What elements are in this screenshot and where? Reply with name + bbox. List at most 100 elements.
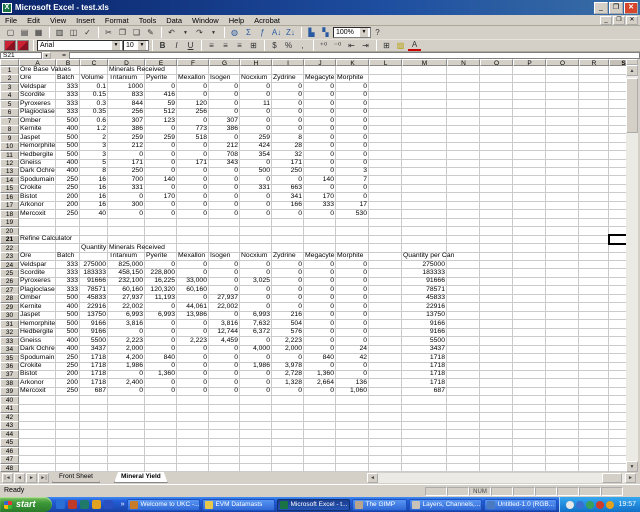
cell[interactable]	[447, 463, 480, 472]
taskbar-button-untitled-1-0-rgb[interactable]: Untitled-1.0 (RGB...	[484, 498, 558, 511]
selected-cell-outline[interactable]	[608, 234, 626, 245]
cell[interactable]	[240, 463, 272, 472]
red-app-icon[interactable]	[68, 500, 78, 509]
cut-icon[interactable]: ✂	[102, 27, 115, 39]
undo-icon[interactable]: ↶	[165, 27, 178, 39]
spelling-icon[interactable]: ✓	[81, 27, 94, 39]
cell[interactable]	[336, 463, 369, 472]
font-color-icon[interactable]: A	[408, 40, 421, 51]
copy-icon[interactable]: ❐	[116, 27, 129, 39]
chevron-down-icon[interactable]: ▼	[207, 27, 220, 39]
bold-icon[interactable]: B	[156, 40, 169, 52]
menu-item-format[interactable]: Format	[100, 16, 134, 25]
drawing-icon[interactable]: ▚	[319, 27, 332, 39]
horizontal-scroll-thumb[interactable]	[602, 473, 622, 483]
cell[interactable]	[177, 463, 209, 472]
menu-item-data[interactable]: Data	[161, 16, 187, 25]
increase-decimal-icon[interactable]: ⁺⁰	[317, 40, 330, 52]
align-right-icon[interactable]: ≡	[233, 40, 246, 52]
merge-center-icon[interactable]: ⊞	[247, 40, 260, 52]
acrobat-pdf-icon[interactable]	[4, 40, 16, 51]
chevron-down-icon[interactable]: ▼	[112, 41, 120, 50]
fill-color-icon[interactable]: ▨	[394, 40, 407, 52]
column-header[interactable]: A	[19, 59, 56, 66]
scroll-up-icon[interactable]: ▲	[626, 65, 638, 76]
workbook-minimize-button[interactable]: _	[600, 15, 612, 25]
next-sheet-icon[interactable]: ►	[26, 473, 37, 483]
chevron-overflow-icon[interactable]: »	[121, 501, 125, 508]
scroll-left-icon[interactable]: ◄	[367, 473, 378, 483]
select-all-corner[interactable]	[0, 59, 19, 66]
sheet-tab-mineral-yield[interactable]: Mineral Yield	[114, 472, 168, 483]
taskbar-button-layers-channels[interactable]: Layers, Channels,...	[409, 498, 483, 511]
media-icon[interactable]	[92, 500, 102, 509]
menu-item-edit[interactable]: Edit	[22, 16, 45, 25]
paste-function-icon[interactable]: ƒ	[256, 27, 269, 39]
column-header[interactable]: O	[480, 59, 513, 66]
network-icon[interactable]	[586, 500, 595, 509]
hyperlink-icon[interactable]: ◍	[228, 27, 241, 39]
menu-item-window[interactable]: Window	[187, 16, 224, 25]
horizontal-scrollbar[interactable]: ◄ ►	[367, 473, 636, 483]
help-icon[interactable]: ?	[371, 27, 384, 39]
taskbar-button-the-gimp[interactable]: The GIMP	[352, 498, 408, 511]
scroll-down-icon[interactable]: ▼	[626, 461, 638, 472]
column-header[interactable]: B	[56, 59, 80, 66]
cell[interactable]	[80, 463, 108, 472]
column-header[interactable]: F	[177, 59, 209, 66]
menu-item-insert[interactable]: Insert	[71, 16, 100, 25]
percent-icon[interactable]: %	[282, 40, 295, 52]
column-header[interactable]: H	[240, 59, 272, 66]
cell[interactable]	[108, 463, 145, 472]
restore-button[interactable]: ❐	[609, 1, 623, 14]
decrease-decimal-icon[interactable]: ⁻⁰	[331, 40, 344, 52]
align-center-icon[interactable]: ≡	[219, 40, 232, 52]
column-header[interactable]: K	[336, 59, 369, 66]
column-header[interactable]: D	[108, 59, 145, 66]
font-name-combo[interactable]: Arial ▼	[37, 40, 123, 51]
chevron-down-icon[interactable]: ▼	[42, 52, 51, 59]
title-bar[interactable]: X Microsoft Excel - test.xls _ ❐ ✕	[0, 0, 640, 15]
column-header[interactable]: E	[145, 59, 177, 66]
cell[interactable]	[145, 463, 177, 472]
column-header[interactable]: C	[80, 59, 108, 66]
menu-item-acrobat[interactable]: Acrobat	[249, 16, 285, 25]
cell[interactable]	[19, 463, 56, 472]
last-sheet-icon[interactable]: ►|	[38, 473, 49, 483]
cell[interactable]: Minerals Received	[108, 243, 165, 253]
cell[interactable]	[369, 463, 402, 472]
chevron-down-icon[interactable]: ▼	[179, 27, 192, 39]
new-document-icon[interactable]: ▢	[4, 27, 17, 39]
menu-item-help[interactable]: Help	[224, 16, 249, 25]
antivirus-icon[interactable]	[596, 500, 605, 509]
sheet-tab-front-sheet[interactable]: Front Sheet	[52, 472, 100, 483]
column-header[interactable]: R	[579, 59, 609, 66]
name-box[interactable]: S21	[0, 52, 42, 59]
browser-icon[interactable]	[56, 500, 66, 509]
vertical-scroll-thumb[interactable]	[626, 78, 638, 133]
start-button[interactable]: start	[0, 497, 52, 512]
column-header[interactable]: G	[209, 59, 240, 66]
font-size-combo[interactable]: 10 ▼	[123, 40, 149, 51]
cell[interactable]: Quantity per Can	[402, 252, 454, 262]
paste-icon[interactable]: ❏	[130, 27, 143, 39]
currency-icon[interactable]: $	[268, 40, 281, 52]
format-painter-icon[interactable]: ✎	[144, 27, 157, 39]
comma-icon[interactable]: ,	[296, 40, 309, 52]
underline-icon[interactable]: U	[184, 40, 197, 52]
edit-formula-button[interactable]: =	[59, 52, 69, 59]
prev-sheet-icon[interactable]: ◄	[14, 473, 25, 483]
zoom-combo[interactable]: 100% ▼	[333, 27, 371, 38]
cell[interactable]	[209, 463, 240, 472]
taskbar-button-microsoft-excel-t[interactable]: Microsoft Excel - t...	[277, 498, 351, 511]
menu-item-tools[interactable]: Tools	[134, 16, 162, 25]
workbook-close-button[interactable]: ✕	[626, 15, 638, 25]
messenger-icon[interactable]	[576, 500, 585, 509]
taskbar-button-evm-datamasts[interactable]: EVM Datamasts	[202, 498, 276, 511]
open-folder-icon[interactable]: ▤	[18, 27, 31, 39]
row-header[interactable]: 48	[0, 463, 19, 472]
workbook-restore-button[interactable]: ❐	[613, 15, 625, 25]
cell[interactable]: Minerals Received	[108, 66, 165, 75]
cell[interactable]	[546, 463, 579, 472]
cell[interactable]	[513, 463, 546, 472]
